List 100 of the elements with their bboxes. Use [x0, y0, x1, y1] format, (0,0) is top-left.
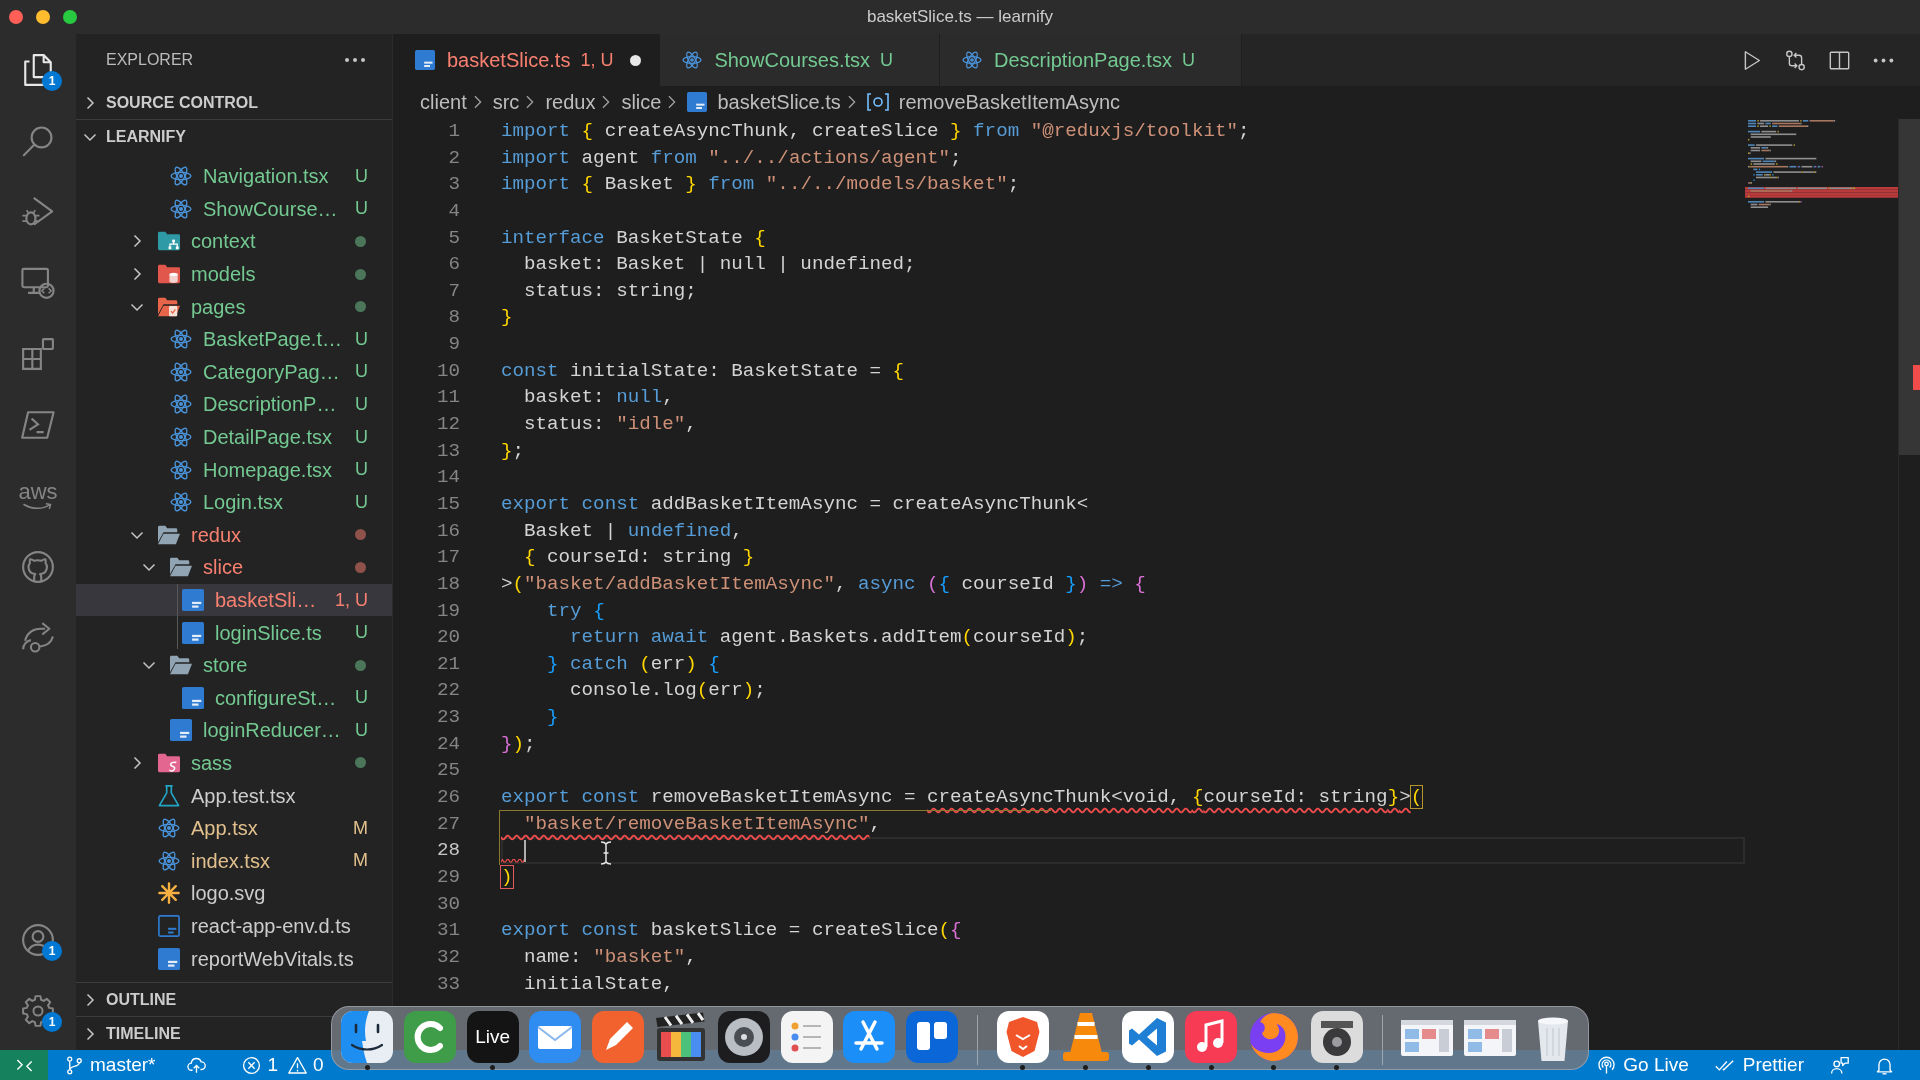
- section-header[interactable]: LEARNIFY: [82, 120, 192, 153]
- tree-item[interactable]: pages: [76, 290, 392, 323]
- line-number: 30: [436, 891, 460, 917]
- shield-icon[interactable]: [996, 1011, 1049, 1063]
- branch-button[interactable]: master*: [65, 1050, 156, 1080]
- share-arrow-icon[interactable]: [21, 620, 55, 655]
- breadcrumb-item[interactable]: slice: [621, 87, 662, 117]
- tree-item[interactable]: basketSli… 1, U: [76, 583, 392, 617]
- line-number: 33: [436, 971, 460, 997]
- close-button[interactable]: [9, 10, 23, 24]
- code-line: name: "basket",: [523, 944, 697, 970]
- breadcrumb-item[interactable]: removeBasketItemAsync: [866, 87, 1120, 117]
- line-number: 8: [448, 305, 460, 331]
- tree-item[interactable]: configureSt… U: [76, 681, 392, 715]
- line-number: 5: [448, 225, 460, 251]
- remote-monitor-icon[interactable]: [21, 265, 55, 300]
- warnings-button[interactable]: 0: [288, 1050, 324, 1080]
- section-header[interactable]: SOURCE CONTROL: [82, 86, 264, 119]
- line-number: 20: [436, 625, 460, 651]
- checklist-icon[interactable]: [780, 1011, 833, 1063]
- account-icon[interactable]: [21, 922, 55, 957]
- tree-item[interactable]: DetailPage.tsx U: [76, 420, 392, 454]
- app-tile-button[interactable]: Live: [466, 1011, 519, 1063]
- tree-item[interactable]: App.tsx M: [76, 811, 392, 845]
- open-ring-icon[interactable]: [403, 1011, 456, 1063]
- tree-item[interactable]: context: [76, 225, 392, 258]
- tree-item[interactable]: models: [76, 257, 392, 291]
- tree-item[interactable]: logo.svg: [76, 877, 392, 910]
- code-file-icon: [687, 92, 708, 112]
- tree-item[interactable]: Navigation.tsx U: [76, 160, 392, 193]
- editor-tab[interactable]: basketSlice.ts 1, U: [393, 34, 661, 86]
- envelope-icon[interactable]: [529, 1011, 582, 1063]
- tree-item[interactable]: BasketPage.t… U: [76, 322, 392, 356]
- tree-item[interactable]: ShowCourse… U: [76, 192, 392, 226]
- tree-item[interactable]: store: [76, 648, 392, 682]
- git-status: U: [355, 392, 368, 416]
- tree-item[interactable]: react-app-env.d.ts: [76, 909, 392, 943]
- tree-item[interactable]: loginSlice.ts U: [76, 616, 392, 649]
- line-number: 15: [436, 491, 460, 517]
- code-line: Basket | undefined,: [523, 518, 743, 544]
- tree-item[interactable]: App.test.tsx: [76, 779, 392, 812]
- editor-tab[interactable]: ShowCourses.tsx U: [660, 34, 941, 86]
- ribbon-icon[interactable]: [1122, 1011, 1175, 1063]
- code-line: }: [546, 705, 559, 731]
- go-live-button[interactable]: Go Live: [1597, 1050, 1689, 1080]
- tree-item[interactable]: reportWebVitals.ts: [76, 942, 392, 975]
- minimize-button[interactable]: [36, 10, 50, 24]
- feedback-icon[interactable]: [1830, 1055, 1849, 1075]
- section-header[interactable]: TIMELINE: [82, 1017, 187, 1050]
- prettier-button[interactable]: Prettier: [1714, 1050, 1804, 1080]
- scrollbar-thumb[interactable]: [1899, 119, 1920, 455]
- line-number: 13: [436, 438, 460, 464]
- search-icon[interactable]: [21, 123, 55, 158]
- smile-arrow-icon: [23, 503, 53, 510]
- tree-item[interactable]: slice: [76, 551, 392, 584]
- camera-icon[interactable]: [1310, 1011, 1363, 1063]
- flask-icon: [158, 784, 180, 807]
- gear-icon[interactable]: [21, 993, 55, 1028]
- editor-tab[interactable]: DescriptionPage.tsx U: [940, 34, 1242, 86]
- line-number: 3: [448, 172, 460, 198]
- tree-item[interactable]: sass: [76, 746, 392, 780]
- warning-icon: [288, 1055, 308, 1075]
- text-logo-button[interactable]: aws: [18, 481, 58, 510]
- music-note-icon[interactable]: [1185, 1011, 1238, 1063]
- breadcrumb-item[interactable]: src: [492, 87, 520, 117]
- breadcrumb-item[interactable]: basketSlice.ts: [687, 87, 841, 117]
- breadcrumb-item[interactable]: redux: [545, 87, 596, 117]
- pen-icon[interactable]: [592, 1011, 645, 1063]
- tree-item[interactable]: redux: [76, 518, 392, 552]
- tree-item[interactable]: Login.tsx U: [76, 485, 392, 519]
- tree-item[interactable]: DescriptionP… U: [76, 388, 392, 421]
- remote-button[interactable]: [0, 1050, 48, 1080]
- section-header[interactable]: OUTLINE: [82, 983, 183, 1016]
- git-status: 1, U: [580, 48, 614, 72]
- extensions-icon[interactable]: [21, 336, 55, 371]
- split-editor-icon[interactable]: [1829, 49, 1850, 71]
- errors-button[interactable]: 1: [242, 1050, 279, 1080]
- board-icon[interactable]: [906, 1011, 959, 1063]
- code-line: status: string;: [523, 278, 697, 304]
- line-number: 11: [436, 385, 460, 411]
- open-folder-icon: [158, 523, 180, 546]
- zoom-button[interactable]: [63, 10, 77, 24]
- tree-item[interactable]: index.tsx M: [76, 844, 392, 878]
- minimap-drawing[interactable]: [1745, 119, 1898, 211]
- tree-item[interactable]: loginReducer… U: [76, 714, 392, 747]
- asterisk-icon: [158, 882, 180, 905]
- clapperboard-icon[interactable]: [655, 1011, 707, 1063]
- tree-item[interactable]: Homepage.tsx U: [76, 453, 392, 486]
- line-number: 12: [436, 412, 460, 438]
- cloud-upload-icon[interactable]: [187, 1055, 207, 1075]
- tree-item[interactable]: CategoryPag… U: [76, 355, 392, 389]
- code-line: console.log(err);: [569, 678, 766, 704]
- crossed-sticks-icon[interactable]: [843, 1011, 896, 1063]
- github-icon[interactable]: [21, 549, 55, 584]
- more-icon[interactable]: [345, 58, 365, 62]
- breadcrumb-item[interactable]: client: [420, 87, 467, 117]
- bell-icon[interactable]: [1875, 1055, 1894, 1075]
- compare-changes-icon[interactable]: [1785, 49, 1806, 71]
- files-icon[interactable]: [21, 52, 55, 87]
- smiling-face-icon[interactable]: [341, 1011, 393, 1063]
